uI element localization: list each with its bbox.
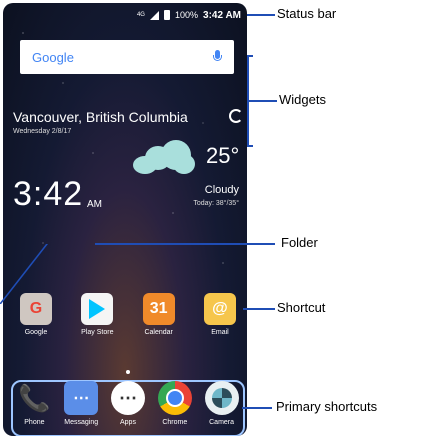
- battery-icon: [163, 10, 170, 20]
- shortcut-callout: Shortcut: [277, 300, 326, 315]
- status-bar-callout-line: [247, 14, 275, 16]
- phone-screen: 4G 100% 3:42 AM Google Vancouver, Britis…: [3, 3, 247, 436]
- cloud-icon: [133, 140, 195, 176]
- play-store-icon: [81, 293, 114, 325]
- calendar-icon: 31: [142, 293, 175, 325]
- home-shortcuts-row: G Google Play Store 31 Calendar @ Email: [13, 293, 243, 336]
- page-indicator: [126, 370, 130, 374]
- status-time: 3:42 AM: [203, 9, 241, 21]
- apps-shortcut[interactable]: ⋯ Apps: [105, 381, 151, 426]
- google-folder-icon: G: [20, 293, 52, 325]
- chrome-shortcut[interactable]: Chrome: [152, 381, 198, 426]
- status-bar-callout: Status bar: [277, 6, 337, 21]
- chrome-icon: [157, 381, 192, 415]
- primary-shortcuts-callout-line: [242, 407, 272, 409]
- app-label: Google: [24, 329, 48, 336]
- app-label: Email: [211, 329, 229, 336]
- weather-condition: Cloudy: [204, 184, 239, 196]
- messaging-icon: ⋯: [64, 381, 99, 415]
- phone-icon: 📞: [18, 382, 51, 413]
- camera-icon: [204, 381, 239, 415]
- app-label: Calendar: [144, 329, 173, 336]
- clock-time[interactable]: 3:42: [13, 175, 83, 214]
- refresh-icon[interactable]: [229, 109, 243, 123]
- shortcut-callout-line: [243, 308, 275, 310]
- apps-icon: ⋯: [110, 381, 145, 415]
- mic-icon[interactable]: [213, 49, 222, 65]
- folder-callout: Folder: [281, 235, 318, 250]
- widgets-callout: Widgets: [279, 92, 326, 107]
- play-store-shortcut[interactable]: Play Store: [74, 293, 120, 336]
- google-folder[interactable]: G Google: [13, 293, 59, 336]
- camera-shortcut[interactable]: Camera: [199, 381, 245, 426]
- clock-ampm: AM: [87, 199, 102, 210]
- temperature: 25°: [206, 143, 240, 168]
- widgets-bracket-top: [247, 55, 253, 57]
- email-shortcut[interactable]: @ Email: [197, 293, 243, 336]
- google-logo: Google: [32, 49, 74, 65]
- primary-shortcuts-dock: 📞 Phone ⋯ Messaging ⋯ Apps Chrome Camera: [11, 381, 245, 426]
- app-label: Play Store: [81, 329, 114, 336]
- battery-percent: 100%: [174, 10, 199, 20]
- google-search-bar[interactable]: Google: [20, 40, 234, 74]
- primary-shortcuts-callout: Primary shortcuts: [276, 399, 378, 414]
- app-label: Chrome: [162, 419, 188, 426]
- widgets-callout-line: [249, 100, 277, 102]
- weather-location[interactable]: Vancouver, British Columbia: [13, 109, 188, 125]
- phone-shortcut[interactable]: 📞 Phone: [11, 381, 57, 427]
- app-label: Apps: [120, 419, 136, 426]
- widgets-bracket-bottom: [247, 145, 253, 147]
- app-label: Phone: [24, 419, 45, 426]
- weather-date: Wednesday 2/8/17: [13, 128, 72, 135]
- weather-today-range: Today: 38°/35°: [193, 200, 239, 207]
- signal-icon: [149, 10, 159, 20]
- network-indicator: 4G: [136, 12, 145, 18]
- messaging-shortcut[interactable]: ⋯ Messaging: [58, 381, 104, 426]
- folder-callout-line: [95, 243, 275, 245]
- app-label: Camera: [209, 419, 235, 426]
- email-icon: @: [203, 293, 236, 325]
- app-label: Messaging: [64, 419, 99, 426]
- calendar-shortcut[interactable]: 31 Calendar: [136, 293, 182, 336]
- status-bar: 4G 100% 3:42 AM: [3, 6, 247, 24]
